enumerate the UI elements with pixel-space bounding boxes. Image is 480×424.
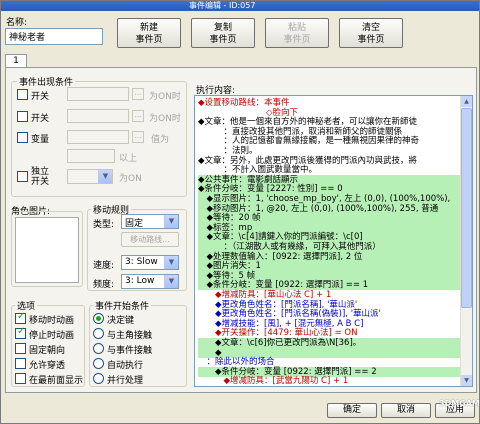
switch1-on-label: 为ON时 [149,92,181,102]
command-line[interactable]: ◆条件分岐：变量 [2227: 性別] == 0 [198,184,460,195]
command-line[interactable]: ◆增减防具：[華山心法 C] + 1 [198,290,460,300]
variable-checkbox[interactable] [17,132,28,143]
command-line[interactable]: ：除此以外的场合 [198,357,460,367]
switch2-browse-button[interactable]: … [132,110,144,122]
command-line[interactable]: ◆等待：20 帧 [198,213,460,224]
option-label: 移动时动画 [29,316,75,326]
command-line[interactable]: ◆增减防具：[武當九陽功 C] + 1 [198,376,460,386]
trigger-label: 自动执行 [107,361,144,371]
command-line[interactable]: ◆文章：\c[4]請鍵入你的門派編號：\c[0] [198,232,460,243]
clear-page-button[interactable]: 清空 事件页 [339,18,403,48]
command-list[interactable]: ◆设置移动路线：本事件 ◇脸向下 ◆文章：他是一個來自方外的神秘老者，可以讓你在新… [194,95,473,387]
command-line[interactable]: ◆显示图片：1, 'choose_mp_boy', 左上 (0,0), (100… [198,194,460,204]
value-label: 值为 [151,135,170,145]
trigger-radio[interactable] [93,328,104,339]
option-label: 停止时动画 [29,331,75,341]
self-switch-label: 独立 开关 [31,167,50,187]
variable-value-field[interactable] [67,149,115,163]
watermark-logo: 3DMGAME [439,399,480,408]
option-label: 允许穿透 [29,361,66,371]
switch1-checkbox[interactable] [17,89,28,100]
trigger-radio[interactable] [93,358,104,369]
scroll-up-icon[interactable]: ▲ [461,96,472,107]
event-editor-window: 事件编辑 - ID:057 名称: 新建 事件页 复制 事件页 粘贴 事件页 清… [0,0,480,424]
self-switch-on-label: 为ON [119,174,142,184]
cancel-button[interactable]: 取消 [381,403,431,418]
command-line[interactable]: ◆开关操作：[4479: 華山心法] = ON [198,328,460,338]
character-image-preview[interactable] [15,217,79,283]
switch2-label: 开关 [31,114,50,124]
option-checkbox[interactable] [15,343,26,354]
switch1-label: 开关 [31,92,50,102]
variable-label: 变量 [31,135,50,145]
movement-type-value: 固定 [125,219,144,229]
command-line[interactable]: ◆设置移动路线：本事件 [198,98,460,108]
variable-field[interactable] [67,130,129,144]
self-switch-checkbox[interactable] [17,171,28,182]
switch1-field[interactable] [67,87,129,101]
trigger-label: 并行处理 [107,376,144,386]
command-line[interactable]: ◆条件分岐：变量 [0922: 選擇門派] == 1 [198,280,460,291]
option-checkbox[interactable] [15,326,26,339]
name-label: 名称: [6,18,28,28]
move-route-button[interactable]: 移动路线... [121,232,179,247]
command-line[interactable]: ：（江湖散人或有幾緣，可拜入其他門派） [198,242,460,252]
movement-freq-select[interactable]: 3: Low ▼ [121,274,179,289]
trigger-label: 决定键 [107,316,135,326]
command-line[interactable]: ：不計入圖武數量當中。 [198,165,460,175]
movement-speed-label: 速度: [93,261,115,271]
self-switch-select[interactable]: ▼ [67,169,113,184]
title-bar: 事件编辑 - ID:057 [1,1,479,11]
movement-speed-value: 3: Slow [125,257,158,267]
movement-freq-value: 3: Low [125,276,155,286]
scroll-thumb[interactable] [461,108,472,308]
command-line[interactable]: ：法則。 [198,146,460,156]
ok-button[interactable]: 确定 [327,403,377,418]
above-label: 以上 [119,154,138,164]
trigger-radio[interactable] [93,373,104,384]
chevron-down-icon: ▼ [164,215,178,228]
command-line[interactable]: ◆图片消失：1 [198,261,460,272]
scroll-down-icon[interactable]: ▼ [461,375,472,386]
paste-page-button[interactable]: 粘贴 事件页 [265,18,329,48]
option-label: 在最前面显示 [29,376,84,386]
option-label: 固定朝向 [29,346,66,356]
option-checkbox[interactable] [15,358,26,369]
event-name-input[interactable] [5,28,103,45]
trigger-title: 事件开始条件 [93,299,152,312]
movement-speed-select[interactable]: 3: Slow ▼ [121,255,179,270]
command-line[interactable]: ◆更改角色姓名：[門派名稱(偽裝)], '華山派' [198,309,460,319]
variable-browse-button[interactable]: … [132,131,144,143]
window-title: 事件编辑 - ID:057 [189,1,256,10]
movement-type-label: 类型: [93,220,115,230]
chevron-down-icon: ▼ [164,275,178,288]
chevron-down-icon: ▼ [164,256,178,269]
option-checkbox[interactable] [15,311,26,324]
copy-page-button[interactable]: 复制 事件页 [191,18,255,48]
switch1-browse-button[interactable]: … [132,88,144,100]
trigger-radio[interactable] [93,313,104,324]
command-line[interactable]: ：人的記憶都會無緣接觸，是一種無視因果律的神奇 [198,136,460,146]
new-page-button[interactable]: 新建 事件页 [117,18,181,48]
switch2-checkbox[interactable] [17,111,28,122]
option-checkbox[interactable] [15,373,26,384]
vertical-scrollbar[interactable]: ▲ ▼ [460,96,472,386]
switch2-field[interactable] [67,109,129,123]
movement-freq-label: 频度: [93,280,115,290]
command-line[interactable]: ◆文章：\c[6]你已更改門派為\N[36]。 [198,338,460,348]
trigger-radio[interactable] [93,343,104,354]
trigger-label: 与事件接触 [107,346,153,356]
movement-type-select[interactable]: 固定 ▼ [121,214,179,229]
command-line[interactable]: ◆文章：他是一個來自方外的神秘老者，可以讓你在新師徒 [198,117,460,127]
tab-page-1[interactable]: 1 [5,54,27,68]
switch2-on-label: 为ON时 [149,114,181,124]
trigger-label: 与主角接触 [107,331,153,341]
